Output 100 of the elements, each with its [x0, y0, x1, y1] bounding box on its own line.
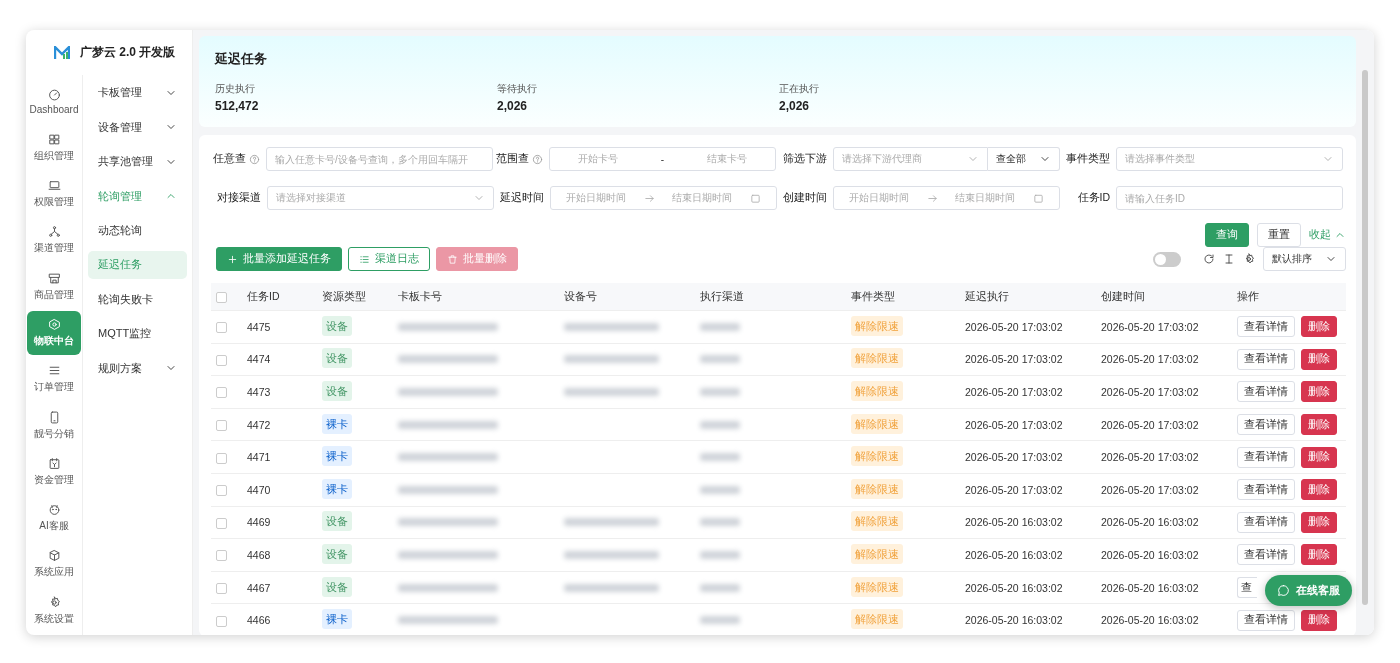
- table-cell: 4475: [242, 310, 317, 344]
- calendar-icon: [1033, 192, 1045, 204]
- delete-button[interactable]: 删除: [1301, 414, 1337, 436]
- nav-rail-item[interactable]: 靓号分销: [27, 403, 81, 448]
- checkbox[interactable]: [216, 615, 227, 627]
- resource-tag: 裸卡: [322, 609, 352, 630]
- column-header: 卡板卡号: [393, 283, 559, 311]
- table-cell: 2026-05-20 17:03:02: [1096, 375, 1232, 409]
- submenu-item[interactable]: MQTT监控: [88, 316, 187, 351]
- resource-tag: 裸卡: [322, 446, 352, 467]
- delete-button[interactable]: 删除: [1301, 381, 1337, 403]
- view-details-button[interactable]: 查看详情: [1237, 446, 1295, 468]
- table-cell: 2026-05-20 16:03:02: [1096, 603, 1232, 635]
- stat-label: 等待执行: [497, 82, 538, 96]
- resource-tag: 设备: [322, 315, 352, 336]
- column-header: 执行渠道: [695, 283, 846, 311]
- resource-tag: 设备: [322, 543, 352, 564]
- view-details-button[interactable]: 查看详情: [1237, 414, 1295, 436]
- submenu-group[interactable]: 规则方案: [88, 350, 187, 386]
- select-field[interactable]: 查全部: [988, 147, 1060, 171]
- field-label: 范围查: [496, 152, 529, 166]
- view-details-button[interactable]: 查看详情: [1237, 348, 1295, 370]
- sort-select[interactable]: 默认排序: [1263, 247, 1346, 271]
- event-tag: 解除限速: [851, 576, 903, 597]
- view-details-button[interactable]: 查: [1237, 577, 1257, 599]
- nav-rail-item[interactable]: AI客服: [27, 496, 81, 541]
- submenu-item[interactable]: 动态轮询: [88, 213, 187, 248]
- nav-rail-item[interactable]: 权限管理: [27, 172, 81, 217]
- nav-rail-item[interactable]: 组织管理: [27, 125, 81, 170]
- delete-button[interactable]: 删除: [1301, 446, 1337, 468]
- delete-button[interactable]: 删除: [1301, 348, 1337, 370]
- checkbox[interactable]: [216, 419, 227, 431]
- view-details-button[interactable]: 查看详情: [1237, 316, 1295, 338]
- text-input[interactable]: 输入任意卡号/设备号查询，多个用回车隔开: [266, 147, 493, 171]
- checkbox[interactable]: [216, 291, 227, 303]
- column-header: 创建时间: [1096, 283, 1232, 311]
- checkbox[interactable]: [216, 550, 227, 562]
- checkbox[interactable]: [216, 354, 227, 366]
- table-cell: 2026-05-20 17:03:02: [960, 310, 1096, 344]
- arrow-right-icon: [643, 192, 655, 204]
- delete-button[interactable]: 删除: [1301, 316, 1337, 338]
- delete-button[interactable]: 删除: [1301, 479, 1337, 501]
- chat-icon: [1277, 584, 1290, 597]
- toolbar-button[interactable]: 渠道日志: [348, 247, 430, 271]
- stat-value: 2,026: [497, 99, 529, 113]
- network-icon: [47, 225, 61, 239]
- view-details-button[interactable]: 查看详情: [1237, 511, 1295, 533]
- page-title: 延迟任务: [215, 50, 268, 68]
- text-input[interactable]: 请输入任务ID: [1116, 186, 1343, 210]
- view-details-button[interactable]: 查看详情: [1237, 381, 1295, 403]
- delete-button[interactable]: 删除: [1301, 609, 1337, 631]
- plus-icon: [227, 253, 238, 265]
- checkbox[interactable]: [216, 387, 227, 399]
- event-tag: 解除限速: [851, 381, 903, 401]
- nav-rail-item[interactable]: 渠道管理: [27, 218, 81, 263]
- table-cell: 2026-05-20 17:03:02: [1096, 310, 1232, 344]
- collapse-link[interactable]: 收起: [1309, 228, 1346, 242]
- column-header: 延迟执行: [960, 283, 1096, 311]
- nav-rail-item[interactable]: 资金管理: [27, 449, 81, 494]
- checkbox[interactable]: [216, 582, 227, 594]
- table-cell: 2026-05-20 17:03:02: [960, 440, 1096, 474]
- table-cell: 2026-05-20 17:03:02: [1096, 440, 1232, 474]
- resource-tag: 裸卡: [322, 478, 352, 499]
- refresh-icon: [1203, 253, 1215, 265]
- arrow-right-icon: [926, 192, 938, 204]
- submenu-group[interactable]: 轮询管理: [88, 178, 187, 214]
- submenu-item[interactable]: 轮询失败卡: [88, 281, 187, 317]
- list-icon: [359, 253, 370, 265]
- table-cell: 4468: [242, 538, 317, 572]
- delete-button[interactable]: 删除: [1301, 544, 1337, 566]
- view-details-button[interactable]: 查看详情: [1237, 609, 1295, 631]
- nav-rail-item[interactable]: 系统设置: [27, 588, 81, 633]
- event-tag: 解除限速: [851, 446, 903, 467]
- event-tag: 解除限速: [851, 511, 903, 532]
- event-tag: 解除限速: [851, 413, 903, 434]
- field-label: 筛选下游: [783, 152, 827, 166]
- view-details-button[interactable]: 查看详情: [1237, 544, 1295, 566]
- view-details-button[interactable]: 查看详情: [1237, 479, 1295, 501]
- field-label: 事件类型: [1066, 152, 1110, 166]
- scrollbar[interactable]: [1362, 70, 1368, 605]
- checkbox[interactable]: [216, 452, 227, 464]
- range-input[interactable]: 开始卡号 - 结束卡号: [549, 147, 776, 171]
- stat-label: 历史执行: [215, 82, 256, 96]
- submenu-group[interactable]: 共享池管理: [88, 144, 187, 179]
- table-cell: 2026-05-20 16:03:02: [960, 538, 1096, 572]
- reset-button[interactable]: 重置: [1257, 223, 1301, 247]
- toggle-switch[interactable]: [1153, 251, 1181, 267]
- checkbox[interactable]: [216, 485, 227, 497]
- nav-rail-item[interactable]: 订单管理: [27, 357, 81, 402]
- submenu-group[interactable]: 设备管理: [88, 109, 187, 145]
- field-label: 任务ID: [1077, 191, 1110, 205]
- nav-rail-item[interactable]: 商品管理: [27, 264, 81, 309]
- delete-button[interactable]: 删除: [1301, 511, 1337, 533]
- table-cell: 4469: [242, 506, 317, 539]
- nav-rail-item[interactable]: 系统应用: [27, 542, 81, 587]
- column-header: 资源类型: [317, 283, 393, 311]
- checkbox[interactable]: [216, 322, 227, 334]
- nav-rail-item[interactable]: Dashboard: [27, 79, 81, 124]
- submenu-group[interactable]: 卡板管理: [88, 75, 187, 110]
- checkbox[interactable]: [216, 517, 227, 529]
